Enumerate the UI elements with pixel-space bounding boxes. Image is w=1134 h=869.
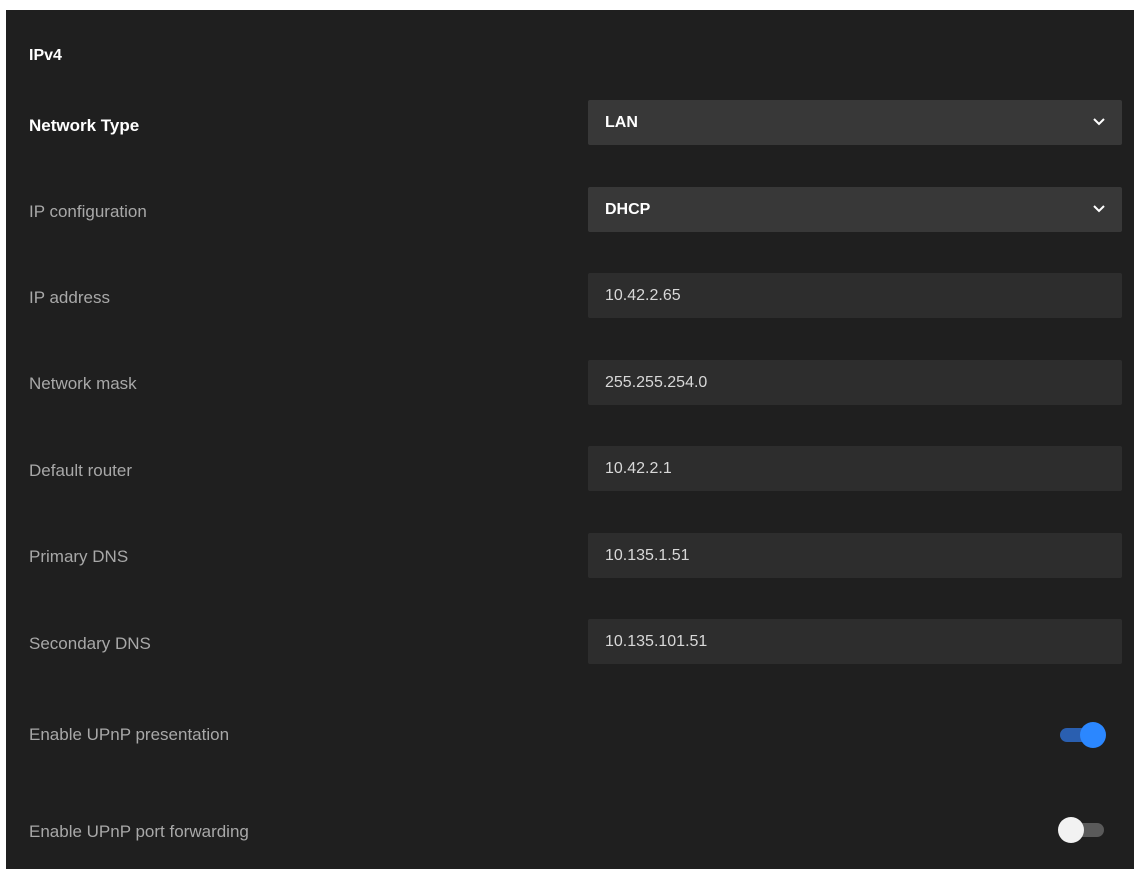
network-mask-field[interactable]: 255.255.254.0 [588,360,1122,405]
upnp-port-forwarding-label: Enable UPnP port forwarding [29,822,249,841]
secondary-dns-value: 10.135.101.51 [605,632,708,650]
ip-configuration-select[interactable]: DHCP [588,187,1122,232]
secondary-dns-field[interactable]: 10.135.101.51 [588,619,1122,664]
network-type-select[interactable]: LAN [588,100,1122,145]
primary-dns-label: Primary DNS [29,547,129,566]
toggle-knob [1058,817,1084,843]
ip-address-value: 10.42.2.65 [605,286,681,304]
primary-dns-value: 10.135.1.51 [605,546,690,564]
chevron-down-icon [1093,118,1105,126]
ip-configuration-value: DHCP [605,200,651,218]
default-router-value: 10.42.2.1 [605,459,672,477]
default-router-label: Default router [29,461,132,480]
toggle-knob [1080,722,1106,748]
ip-configuration-label: IP configuration [29,202,147,221]
primary-dns-field[interactable]: 10.135.1.51 [588,533,1122,578]
ipv4-settings-panel: IPv4 Network Type LAN IP configuration D… [6,10,1134,869]
network-type-label: Network Type [29,116,140,135]
network-type-value: LAN [605,113,638,131]
upnp-presentation-label: Enable UPnP presentation [29,725,230,744]
chevron-down-icon [1093,205,1105,213]
upnp-presentation-toggle[interactable] [1058,722,1106,748]
secondary-dns-label: Secondary DNS [29,634,151,653]
section-title: IPv4 [29,47,62,64]
network-mask-value: 255.255.254.0 [605,373,708,391]
ip-address-label: IP address [29,288,110,307]
upnp-port-forwarding-toggle[interactable] [1058,817,1106,843]
ip-address-field[interactable]: 10.42.2.65 [588,273,1122,318]
default-router-field[interactable]: 10.42.2.1 [588,446,1122,491]
network-mask-label: Network mask [29,374,137,393]
